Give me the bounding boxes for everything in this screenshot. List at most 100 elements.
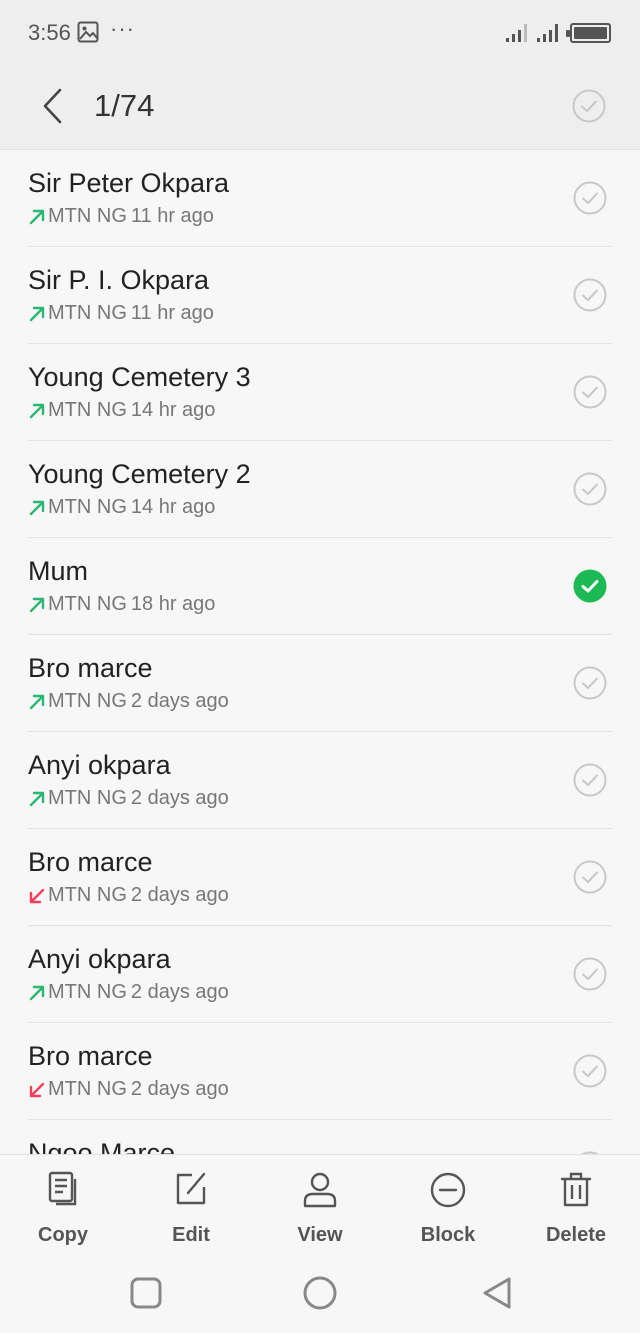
block-label: Block [420,1224,476,1246]
call-meta: MTN NG 2 days ago [28,1078,229,1101]
checked-checkbox[interactable] [573,569,607,603]
contact-name: Sir Peter Okpara [28,168,230,198]
contact-name: Ngoo Marce [28,1138,176,1154]
edit-label: Edit [172,1224,210,1246]
unchecked-checkbox[interactable] [573,763,607,797]
sim-carrier: MTN NG [48,981,127,1003]
outgoing-call-icon [29,209,45,224]
signal-icon [506,24,527,42]
call-time: 2 days ago [130,1078,229,1100]
sim-carrier: MTN NG [48,787,127,809]
call-log-screen: 3:56 ··· 1/74 Sir Peter Okpara MTN NG 11… [0,0,640,1333]
outgoing-call-icon [29,403,45,418]
call-meta: MTN NG 2 days ago [28,884,229,907]
outgoing-call-icon [29,694,45,709]
sim-carrier: MTN NG [48,884,127,906]
copy-icon [48,1171,77,1206]
call-log-row[interactable]: Anyi okpara MTN NG 2 days ago [0,732,640,829]
sim-carrier: MTN NG [48,496,127,518]
sim-carrier: MTN NG [48,205,127,227]
call-log-row[interactable]: Sir P. I. Okpara MTN NG 11 hr ago [0,247,640,344]
system-nav-bar [0,1250,640,1333]
chevron-left-icon [43,88,62,124]
sim-carrier: MTN NG [48,690,127,712]
copy-button[interactable]: Copy [13,1167,113,1247]
back-nav-button[interactable] [475,1271,519,1315]
outgoing-call-icon [29,597,45,612]
copy-label: Copy [38,1224,88,1246]
gallery-icon [77,21,99,43]
view-label: View [297,1224,343,1246]
contact-name: Bro marce [28,1041,153,1071]
selection-counter: 1/74 [94,88,155,123]
call-log-row[interactable]: Mum MTN NG 18 hr ago [0,538,640,635]
contact-name: Bro marce [28,653,153,683]
square-icon [130,1277,162,1309]
contact-name: Anyi okpara [28,944,171,974]
back-button[interactable] [32,84,72,128]
contact-name: Young Cemetery 2 [28,459,251,489]
call-log-row[interactable]: Ngoo Marce [0,1120,640,1154]
outgoing-call-icon [29,306,45,321]
call-log-row[interactable]: Bro marce MTN NG 2 days ago [0,829,640,926]
call-meta: MTN NG 2 days ago [28,981,229,1004]
call-time: 14 hr ago [130,496,216,518]
call-log-row[interactable]: Young Cemetery 2 MTN NG 14 hr ago [0,441,640,538]
call-meta: MTN NG 14 hr ago [28,496,215,519]
unchecked-checkbox[interactable] [573,278,607,312]
delete-button[interactable]: Delete [526,1167,626,1247]
incoming-call-icon [29,888,45,903]
contact-icon [303,1172,337,1208]
call-meta: MTN NG 11 hr ago [28,302,214,325]
incoming-call-icon [29,1082,45,1097]
unchecked-checkbox[interactable] [573,860,607,894]
top-bar: 3:56 ··· 1/74 [0,0,640,150]
call-time: 14 hr ago [130,399,216,421]
contact-name: Bro marce [28,847,153,877]
action-bar: Copy Edit View Block Delete [0,1154,640,1250]
outgoing-call-icon [29,791,45,806]
contact-name: Sir P. I. Okpara [28,265,210,295]
status-bar: 3:56 ··· [0,0,640,64]
unchecked-checkbox[interactable] [573,666,607,700]
call-log-row[interactable]: Anyi okpara MTN NG 2 days ago [0,926,640,1023]
triangle-back-icon [483,1277,511,1309]
call-time: 11 hr ago [130,302,214,324]
sim-carrier: MTN NG [48,399,127,421]
edit-button[interactable]: Edit [141,1167,241,1247]
call-log-row[interactable]: Young Cemetery 3 MTN NG 14 hr ago [0,344,640,441]
unchecked-checkbox[interactable] [573,1054,607,1088]
more-dots-icon: ··· [110,16,135,41]
block-button[interactable]: Block [398,1167,498,1247]
call-meta: MTN NG 2 days ago [28,690,229,713]
call-time: 18 hr ago [130,593,216,615]
circle-icon [303,1276,337,1310]
call-time: 11 hr ago [130,205,214,227]
signal-icon [537,24,558,42]
view-button[interactable]: View [270,1167,370,1247]
home-button[interactable] [298,1271,342,1315]
call-log-row[interactable]: Bro marce MTN NG 2 days ago [0,1023,640,1120]
recents-button[interactable] [124,1271,168,1315]
contact-name: Anyi okpara [28,750,171,780]
trash-icon [560,1172,592,1207]
battery-icon [566,23,611,43]
block-icon [430,1172,466,1208]
call-meta: MTN NG 18 hr ago [28,593,215,616]
call-log-list: Sir Peter Okpara MTN NG 11 hr ago Sir P. I.… [0,150,640,1154]
sim-carrier: MTN NG [48,593,127,615]
call-time: 2 days ago [130,690,229,712]
call-log-row[interactable]: Sir Peter Okpara MTN NG 11 hr ago [0,150,640,247]
unchecked-checkbox[interactable] [573,957,607,991]
select-all-checkbox[interactable] [572,89,606,123]
contact-name: Young Cemetery 3 [28,362,251,392]
unchecked-checkbox[interactable] [573,472,607,506]
unchecked-checkbox[interactable] [573,181,607,215]
call-meta: MTN NG 11 hr ago [28,205,214,228]
call-meta: MTN NG 14 hr ago [28,399,215,422]
unchecked-checkbox[interactable] [573,375,607,409]
call-time: 2 days ago [130,884,229,906]
call-log-row[interactable]: Bro marce MTN NG 2 days ago [0,635,640,732]
outgoing-call-icon [29,500,45,515]
sim-carrier: MTN NG [48,302,127,324]
